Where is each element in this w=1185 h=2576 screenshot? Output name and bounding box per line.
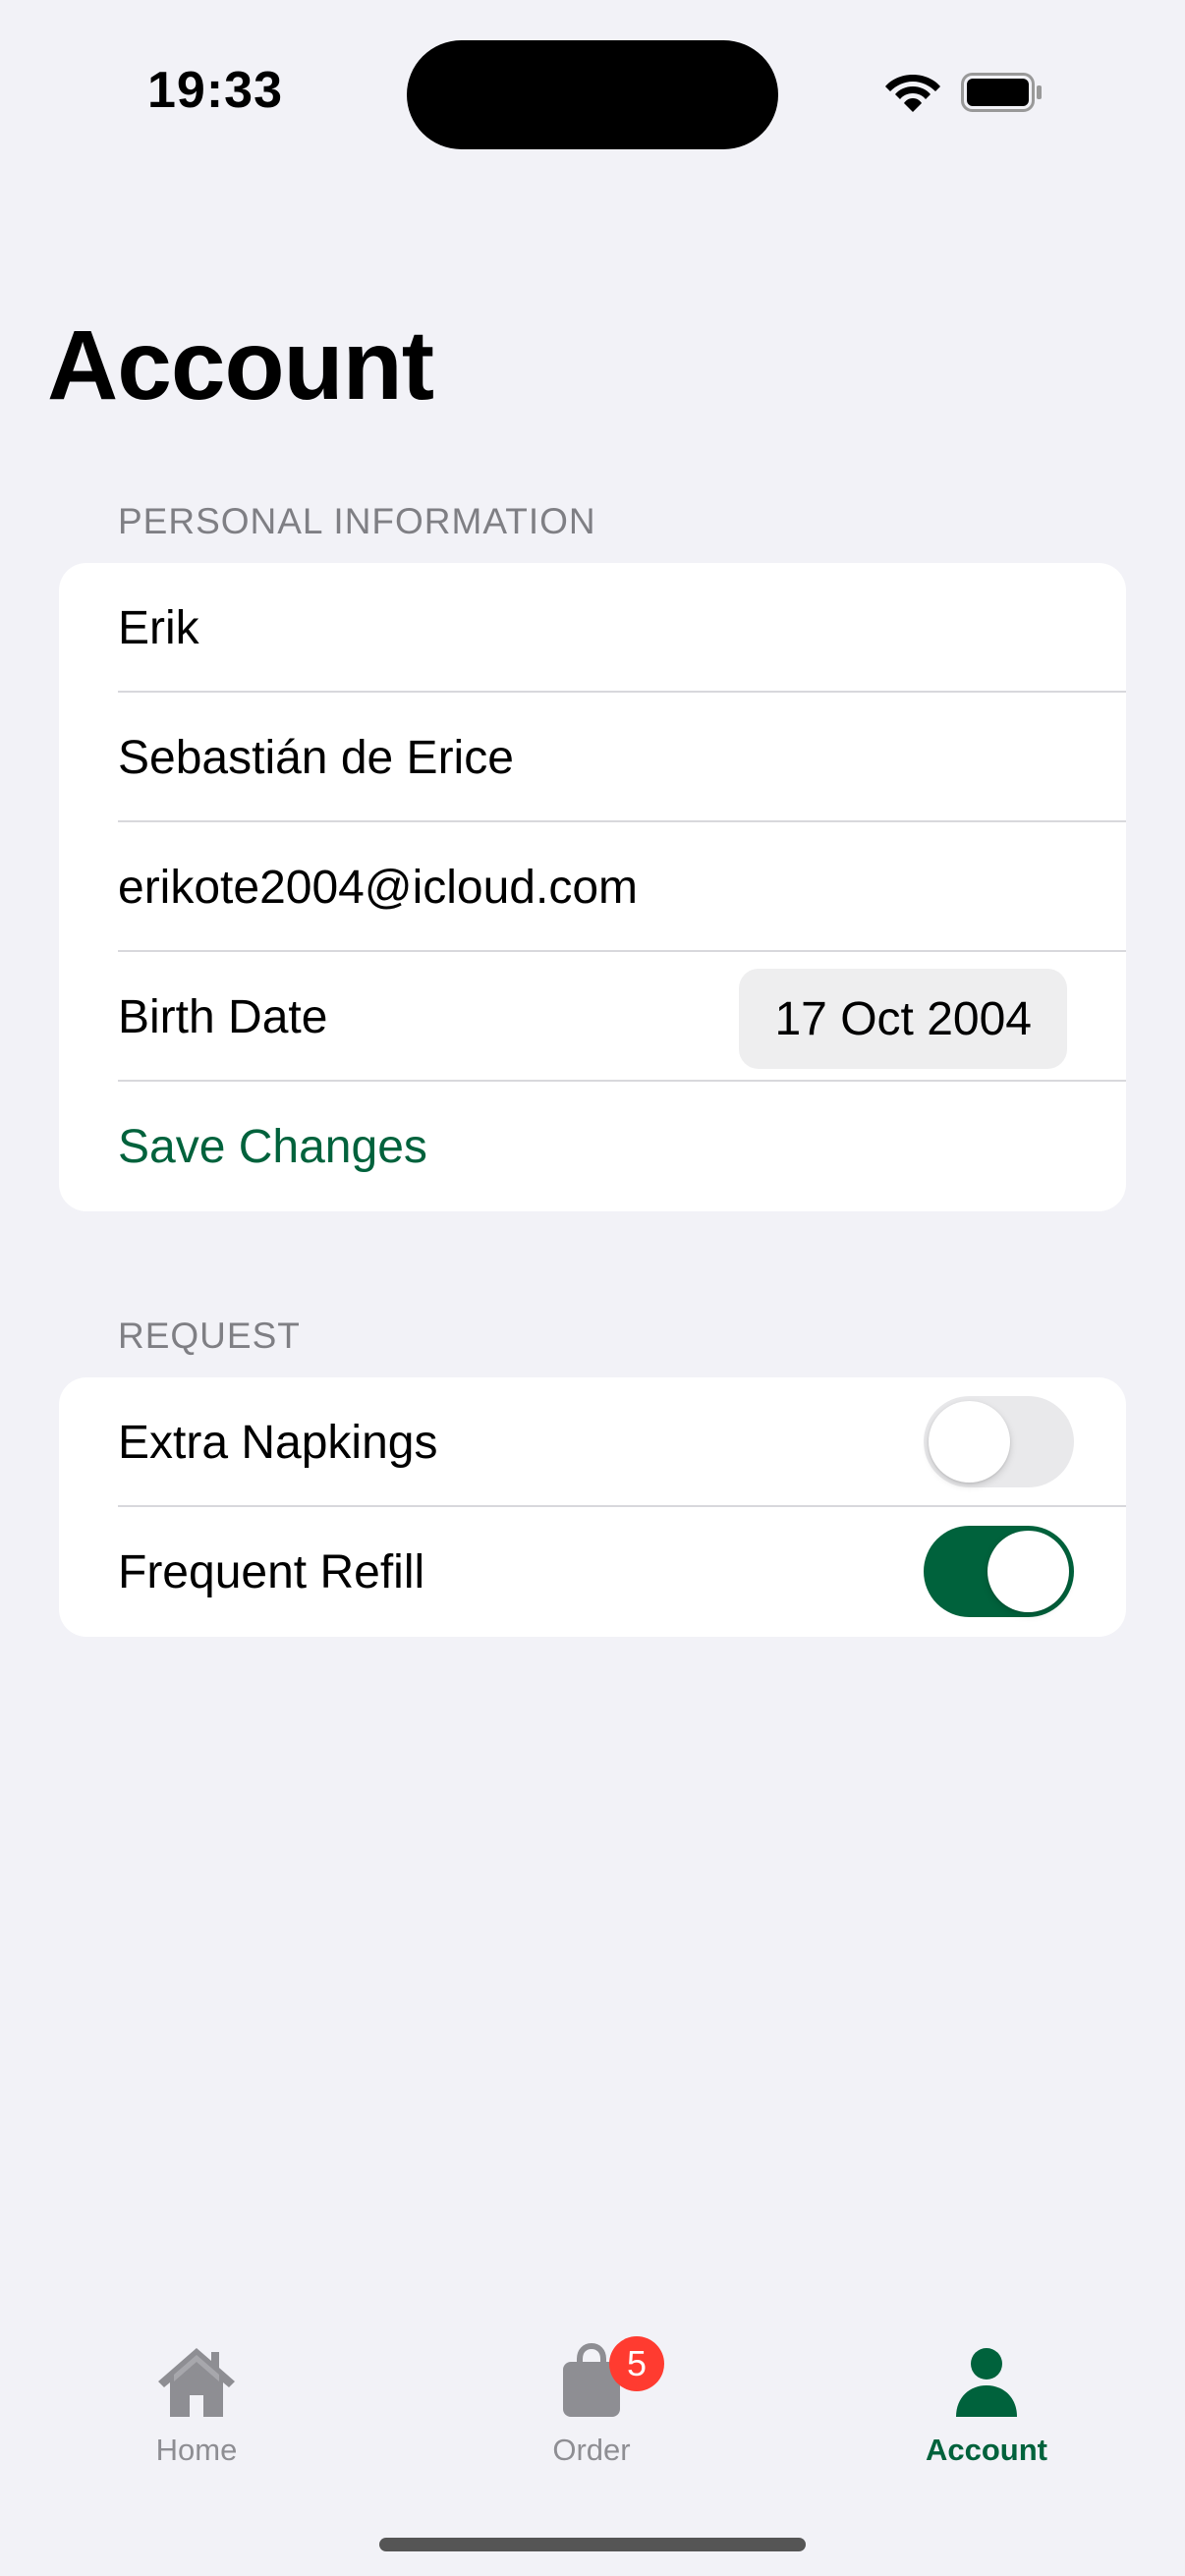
- order-count-badge: 5: [609, 2336, 664, 2391]
- tab-home-label: Home: [155, 2433, 238, 2467]
- status-time: 19:33: [147, 62, 283, 119]
- birth-date-row: Birth Date 17 Oct 2004: [59, 952, 1126, 1082]
- tab-home[interactable]: Home: [49, 2342, 344, 2490]
- request-header: REQUEST: [118, 1316, 301, 1356]
- personal-information-card: Erik Sebastián de Erice erikote2004@iclo…: [59, 563, 1126, 1211]
- last-name-value: Sebastián de Erice: [118, 731, 514, 784]
- email-field[interactable]: erikote2004@icloud.com: [59, 822, 1126, 952]
- tab-order-label: Order: [552, 2433, 631, 2467]
- house-icon: [158, 2348, 235, 2417]
- extra-napkings-label: Extra Napkings: [118, 1416, 438, 1469]
- tab-account[interactable]: Account: [839, 2342, 1134, 2490]
- frequent-refill-toggle[interactable]: [924, 1526, 1074, 1617]
- tab-order[interactable]: 5 Order: [444, 2336, 739, 2490]
- extra-napkings-row: Extra Napkings: [59, 1377, 1126, 1507]
- wifi-icon: [885, 75, 940, 112]
- save-changes-label: Save Changes: [118, 1120, 427, 1173]
- email-value: erikote2004@icloud.com: [118, 861, 639, 914]
- save-changes-button[interactable]: Save Changes: [59, 1082, 1126, 1211]
- personal-information-header: PERSONAL INFORMATION: [118, 501, 596, 541]
- request-card: Extra Napkings Frequent Refill: [59, 1377, 1126, 1637]
- first-name-value: Erik: [118, 601, 199, 654]
- extra-napkings-toggle[interactable]: [924, 1396, 1074, 1487]
- tab-account-label: Account: [926, 2433, 1047, 2467]
- birth-date-label: Birth Date: [118, 990, 328, 1043]
- frequent-refill-row: Frequent Refill: [59, 1507, 1126, 1637]
- order-count-value: 5: [626, 2343, 648, 2383]
- birth-date-picker[interactable]: 17 Oct 2004: [739, 969, 1067, 1069]
- last-name-field[interactable]: Sebastián de Erice: [59, 693, 1126, 822]
- dynamic-island: [407, 40, 778, 149]
- home-indicator[interactable]: [379, 2538, 806, 2551]
- battery-icon: [961, 73, 1042, 112]
- page-title: Account: [47, 310, 434, 420]
- person-icon: [956, 2348, 1017, 2417]
- status-bar: 19:33: [0, 0, 1185, 157]
- toggle-knob: [988, 1531, 1069, 1612]
- frequent-refill-label: Frequent Refill: [118, 1545, 425, 1598]
- first-name-field[interactable]: Erik: [59, 563, 1126, 693]
- birth-date-value: 17 Oct 2004: [774, 992, 1032, 1045]
- toggle-knob: [929, 1401, 1010, 1483]
